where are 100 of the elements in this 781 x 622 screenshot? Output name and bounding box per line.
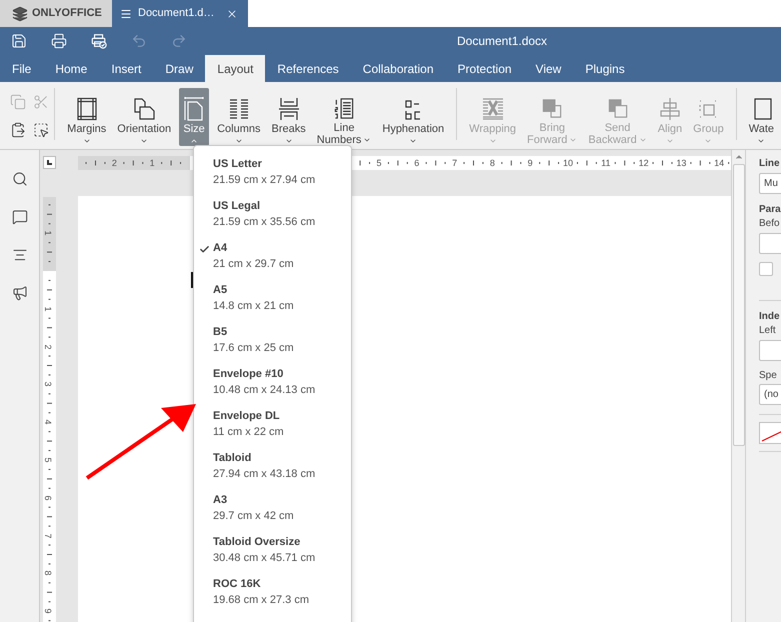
tab-stop-selector[interactable]: [43, 156, 56, 169]
ruler-number: 5: [43, 458, 52, 462]
ruler-number: 1: [43, 230, 52, 236]
document-tab[interactable]: Document1.d…: [112, 0, 248, 27]
navigation-icon[interactable]: [12, 247, 28, 263]
text-cursor: [191, 272, 192, 288]
page-size-dimensions: 10.48 cm x 24.13 cm: [213, 383, 316, 397]
page-size-name: Tabloid Oversize: [213, 535, 302, 549]
menu-tab[interactable]: Collaboration: [350, 55, 446, 82]
menu-tab[interactable]: View: [524, 55, 574, 82]
special-indent-field[interactable]: (no: [759, 384, 781, 405]
menu-icon: [120, 8, 132, 20]
page-size-option[interactable]: A3 29.7 cm x 42 cm: [194, 491, 351, 533]
page-size-option[interactable]: B5 17.6 cm x 25 cm: [194, 323, 351, 365]
page-size-dimensions: 30.48 cm x 45.71 cm: [213, 551, 316, 565]
paste-icon: [10, 122, 26, 138]
checkbox[interactable]: [759, 262, 773, 276]
menu-tab[interactable]: Protection: [446, 55, 524, 82]
toolbar-button[interactable]: Wate: [746, 88, 777, 146]
save-button[interactable]: [11, 33, 27, 49]
toolbar-button[interactable]: Columns: [214, 88, 264, 146]
caret-icon: [488, 137, 497, 145]
page-size-option[interactable]: Envelope #10 10.48 cm x 24.13 cm: [194, 365, 351, 407]
page-size-dimensions: 17.6 cm x 25 cm: [213, 341, 295, 355]
caret-icon: [409, 137, 418, 145]
align-center-icon: [658, 97, 682, 121]
page-size-option[interactable]: ROC 16K 19.68 cm x 27.3 cm: [194, 575, 351, 617]
border-style-icon[interactable]: [759, 422, 781, 444]
ruler-number: 2: [43, 344, 52, 350]
caret-icon: [190, 137, 198, 145]
quick-print-icon: [91, 33, 107, 49]
toolbar-button[interactable]: Orientation: [114, 88, 174, 146]
page-size-option[interactable]: Tabloid 27.94 cm x 43.18 cm: [194, 449, 351, 491]
ruler-number: 3: [43, 382, 52, 387]
menu-tab[interactable]: File: [0, 55, 44, 82]
page-size-option[interactable]: Tabloid Oversize 30.48 cm x 45.71 cm: [194, 533, 351, 575]
orientation-icon: [132, 97, 156, 121]
page-size-dimensions: 21.59 cm x 27.94 cm: [213, 173, 316, 187]
page-size-option[interactable]: A4 21 cm x 29.7 cm: [194, 239, 351, 281]
toolbar-button[interactable]: Breaks: [268, 88, 309, 146]
megaphone-icon[interactable]: [12, 285, 28, 301]
ruler-number: 1: [43, 306, 52, 312]
ruler-number: 8: [43, 570, 52, 576]
quick-print-button[interactable]: [91, 33, 107, 49]
menu-tab[interactable]: Insert: [99, 55, 154, 82]
page-size-option[interactable]: Envelope DL 11 cm x 22 cm: [194, 407, 351, 449]
field-label: Spe: [759, 369, 778, 382]
ruler-number: 6: [43, 495, 52, 500]
ruler-number: 2: [112, 157, 117, 170]
toolbar-button[interactable]: Margins: [64, 88, 110, 146]
page-size-name: US Legal: [213, 199, 262, 213]
toolbar-button[interactable]: Size: [179, 88, 210, 146]
toolbar-button[interactable]: Line Numbers: [314, 88, 374, 146]
page-size-name: A5: [213, 283, 228, 297]
redo-icon: [171, 33, 187, 49]
toolbar-button[interactable]: Hyphenation: [379, 88, 448, 146]
page-size-icon: [182, 97, 206, 121]
close-icon[interactable]: [226, 8, 238, 20]
menu-tab[interactable]: Home: [43, 55, 100, 82]
search-icon[interactable]: [12, 171, 28, 187]
menu-tab[interactable]: References: [265, 55, 351, 82]
section-heading: Line: [759, 157, 781, 170]
copy-icon: [10, 94, 26, 110]
caret-icon: [234, 137, 243, 145]
scrollbar-thumb[interactable]: [732, 164, 744, 446]
caret-icon: [82, 137, 91, 145]
line-spacing-field[interactable]: Mu: [759, 173, 781, 194]
menu-tab[interactable]: Layout: [205, 55, 266, 82]
page-size-name: A3: [213, 493, 228, 507]
ruler-number: 9: [43, 608, 52, 614]
menu-tab[interactable]: Plugins: [573, 55, 637, 82]
field-label: Befo: [759, 217, 781, 230]
comment-icon[interactable]: [12, 209, 28, 225]
print-button[interactable]: [51, 33, 67, 49]
layers-icon: [12, 6, 28, 22]
app-logo[interactable]: ONLYOFFICE: [0, 0, 112, 27]
select-all-icon: [32, 122, 49, 138]
page-size-name: Envelope #10: [213, 367, 284, 381]
page-size-option[interactable]: A5 14.8 cm x 21 cm: [194, 281, 351, 323]
page-break-icon: [276, 97, 301, 121]
page-size-dimensions: 14.8 cm x 21 cm: [213, 299, 295, 313]
select-all-button[interactable]: [32, 122, 49, 138]
page-size-dimensions: 11 cm x 22 cm: [213, 425, 285, 439]
menu-tab[interactable]: Draw: [153, 55, 206, 82]
page-size-option[interactable]: US Legal 21.59 cm x 35.56 cm: [194, 197, 351, 239]
field-label: Left: [759, 324, 777, 337]
page-size-name: ROC 16K: [213, 577, 262, 591]
caret-icon: [666, 137, 674, 145]
text-wrapping-icon: [480, 97, 505, 121]
caret-icon: [757, 137, 766, 145]
page-size-dimensions: 19.68 cm x 27.3 cm: [213, 593, 310, 607]
page-size-name: Envelope DL: [213, 409, 281, 423]
caret-icon: [704, 137, 712, 145]
vertical-scrollbar[interactable]: [731, 150, 745, 622]
cut-icon: [32, 94, 49, 110]
paste-button[interactable]: [10, 122, 26, 138]
ruler-number: 4: [43, 420, 52, 425]
page-size-name: B5: [213, 325, 228, 339]
page-size-option[interactable]: US Letter 21.59 cm x 27.94 cm: [194, 155, 351, 197]
margins-icon: [74, 97, 99, 121]
